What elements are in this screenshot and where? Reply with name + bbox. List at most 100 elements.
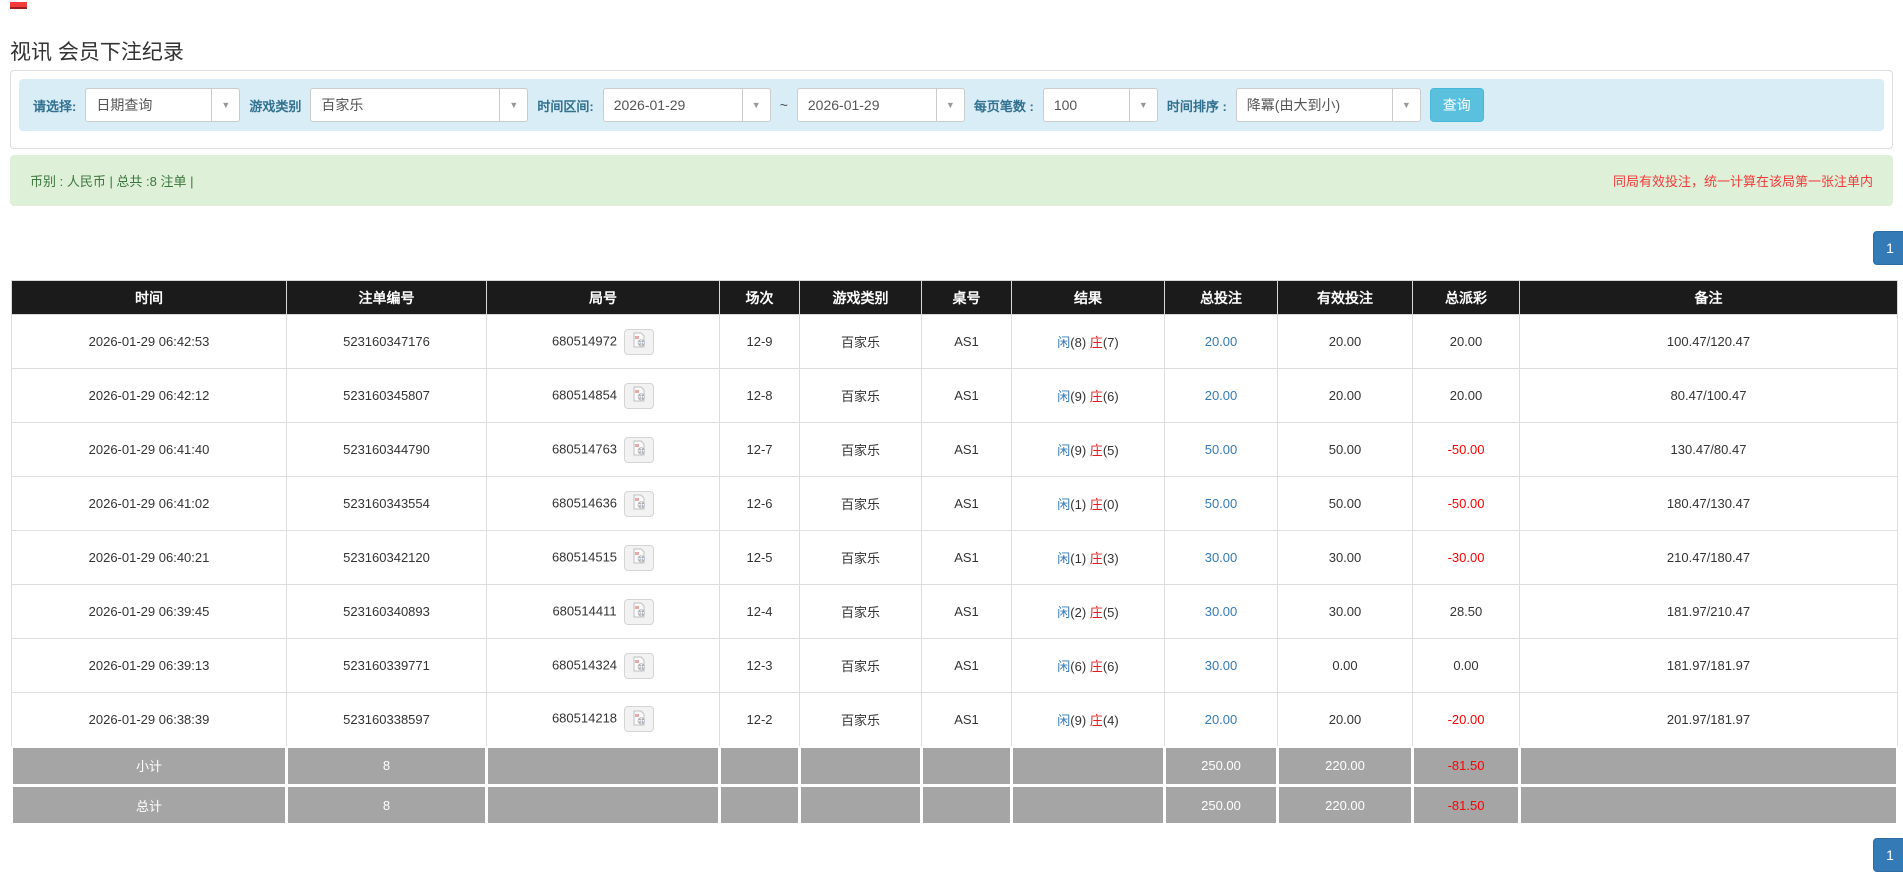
- video-replay-button[interactable]: [624, 490, 655, 517]
- cell-table-no: AS1: [921, 692, 1012, 747]
- date-from-select[interactable]: 2026-01-29 ▼: [602, 88, 771, 122]
- date-to-select[interactable]: 2026-01-29 ▼: [796, 88, 965, 122]
- total-bet-link[interactable]: 50.00: [1205, 496, 1238, 511]
- video-replay-button[interactable]: [624, 706, 655, 733]
- cell-valid-bet: 0.00: [1277, 638, 1413, 693]
- header-total-bet: 总投注: [1164, 280, 1278, 315]
- cell-remark: 80.47/100.47: [1519, 368, 1898, 423]
- grand-total-row: 总计 8 250.00 220.00 -81.50: [10, 784, 1899, 826]
- round-no-text: 680514218: [551, 710, 618, 726]
- time-sort-label: 时间排序 :: [1166, 98, 1227, 114]
- cell-time: 2026-01-29 06:39:13: [11, 638, 287, 693]
- result-banker: 庄: [1089, 712, 1103, 728]
- table-header: 时间 注单编号 局号 场次 游戏类别 桌号 结果 总投注 有效投注 总派彩 备注: [11, 280, 1898, 315]
- total-bet-link[interactable]: 30.00: [1205, 550, 1238, 565]
- cell-table-no: AS1: [921, 368, 1012, 423]
- pagination-top: 1: [1873, 231, 1903, 265]
- footer-empty-cell: [798, 784, 923, 826]
- subtotal-valid-bet: 220.00: [1276, 745, 1414, 787]
- page-1-button-bottom[interactable]: 1: [1873, 838, 1903, 872]
- page-size-label: 每页笔数 :: [973, 98, 1034, 114]
- cell-game: 百家乐: [799, 476, 922, 531]
- result-player: 闲: [1057, 551, 1071, 566]
- chevron-down-icon: ▼: [499, 89, 527, 121]
- video-replay-button[interactable]: [624, 436, 655, 463]
- video-replay-button[interactable]: [624, 652, 655, 679]
- footer-empty-cell: [1518, 745, 1899, 787]
- cell-total-bet: 20.00: [1164, 314, 1278, 369]
- cell-session: 12-3: [719, 638, 800, 693]
- result-player: 闲: [1057, 497, 1071, 512]
- chevron-down-icon: ▼: [935, 89, 964, 121]
- cell-result: 闲(9) 庄(4): [1011, 692, 1165, 747]
- chevron-down-icon: ▼: [1391, 89, 1420, 121]
- cell-payout: 28.50: [1412, 584, 1520, 639]
- total-bet-link[interactable]: 30.00: [1205, 604, 1238, 619]
- cell-payout: 0.00: [1412, 638, 1520, 693]
- notice-text: 同局有效投注，统一计算在该局第一张注单内: [1612, 174, 1873, 189]
- cell-bet-no: 523160342120: [286, 530, 487, 585]
- result-player: 闲: [1057, 659, 1071, 674]
- game-category-value: 百家乐: [321, 97, 364, 113]
- header-time: 时间: [11, 280, 287, 315]
- round-no-text: 680514411: [552, 602, 617, 618]
- cell-payout: -30.00: [1412, 530, 1520, 585]
- total-bet-link[interactable]: 50.00: [1205, 442, 1238, 457]
- table-row: 2026-01-29 06:41:02 523160343554 680514636…: [11, 476, 1898, 531]
- cell-total-bet: 20.00: [1164, 368, 1278, 423]
- page-size-select[interactable]: 100 ▼: [1042, 88, 1158, 122]
- cell-session: 12-4: [719, 584, 800, 639]
- pagination-bottom: 1: [1873, 838, 1903, 872]
- cell-round-no: 680514411: [486, 584, 720, 639]
- cell-round-no: 680514218: [486, 692, 720, 747]
- result-player: 闲: [1057, 389, 1071, 404]
- round-no-text: 680514515: [551, 548, 618, 564]
- page-1-button[interactable]: 1: [1873, 231, 1903, 265]
- cell-result: 闲(1) 庄(3): [1011, 530, 1165, 585]
- game-category-select[interactable]: 百家乐 ▼: [310, 88, 529, 122]
- date-range-label: 时间区间:: [537, 98, 594, 114]
- query-type-select[interactable]: 日期查询 ▼: [85, 88, 241, 122]
- search-button[interactable]: 查询: [1429, 88, 1484, 122]
- cell-round-no: 680514636: [486, 476, 720, 531]
- cell-valid-bet: 50.00: [1277, 422, 1413, 477]
- cell-valid-bet: 50.00: [1277, 476, 1413, 531]
- video-replay-button[interactable]: [624, 544, 655, 571]
- cell-session: 12-7: [719, 422, 800, 477]
- cell-result: 闲(1) 庄(0): [1011, 476, 1165, 531]
- subtotal-row: 小计 8 250.00 220.00 -81.50: [10, 745, 1899, 787]
- cell-payout: 20.00: [1412, 314, 1520, 369]
- chevron-down-icon: ▼: [211, 89, 239, 121]
- cell-payout: -50.00: [1412, 422, 1520, 477]
- result-banker: 庄: [1089, 497, 1103, 512]
- result-banker: 庄: [1089, 659, 1103, 674]
- query-type-value: 日期查询: [96, 97, 153, 113]
- header-session: 场次: [719, 280, 800, 315]
- total-bet-link[interactable]: 30.00: [1205, 658, 1238, 673]
- table-body: 2026-01-29 06:42:53 523160347176 680514972…: [11, 314, 1898, 747]
- footer-empty-cell: [485, 745, 721, 787]
- table-row: 2026-01-29 06:39:45 523160340893 680514411…: [11, 584, 1898, 639]
- time-sort-select[interactable]: 降冪(由大到小) ▼: [1235, 88, 1421, 122]
- cell-session: 12-6: [719, 476, 800, 531]
- chevron-down-icon: ▼: [1128, 89, 1157, 121]
- subtotal-count: 8: [285, 745, 488, 787]
- total-bet-link[interactable]: 20.00: [1205, 388, 1238, 403]
- cell-bet-no: 523160344790: [286, 422, 487, 477]
- cell-table-no: AS1: [921, 584, 1012, 639]
- cell-payout: 20.00: [1412, 368, 1520, 423]
- table-row: 2026-01-29 06:38:39 523160338597 680514218…: [11, 692, 1898, 747]
- cell-remark: 130.47/80.47: [1519, 422, 1898, 477]
- cell-result: 闲(2) 庄(5): [1011, 584, 1165, 639]
- footer-empty-cell: [718, 784, 801, 826]
- video-replay-button[interactable]: [624, 328, 655, 355]
- total-bet-link[interactable]: 20.00: [1205, 712, 1238, 727]
- video-replay-button[interactable]: [623, 598, 654, 625]
- cell-remark: 181.97/181.97: [1519, 638, 1898, 693]
- table-footer: 小计 8 250.00 220.00 -81.50 总计 8 250.00 22…: [10, 745, 1899, 826]
- footer-empty-cell: [1518, 784, 1899, 826]
- header-payout: 总派彩: [1412, 280, 1520, 315]
- total-bet-link[interactable]: 20.00: [1205, 334, 1238, 349]
- result-banker: 庄: [1089, 443, 1103, 458]
- video-replay-button[interactable]: [624, 382, 655, 409]
